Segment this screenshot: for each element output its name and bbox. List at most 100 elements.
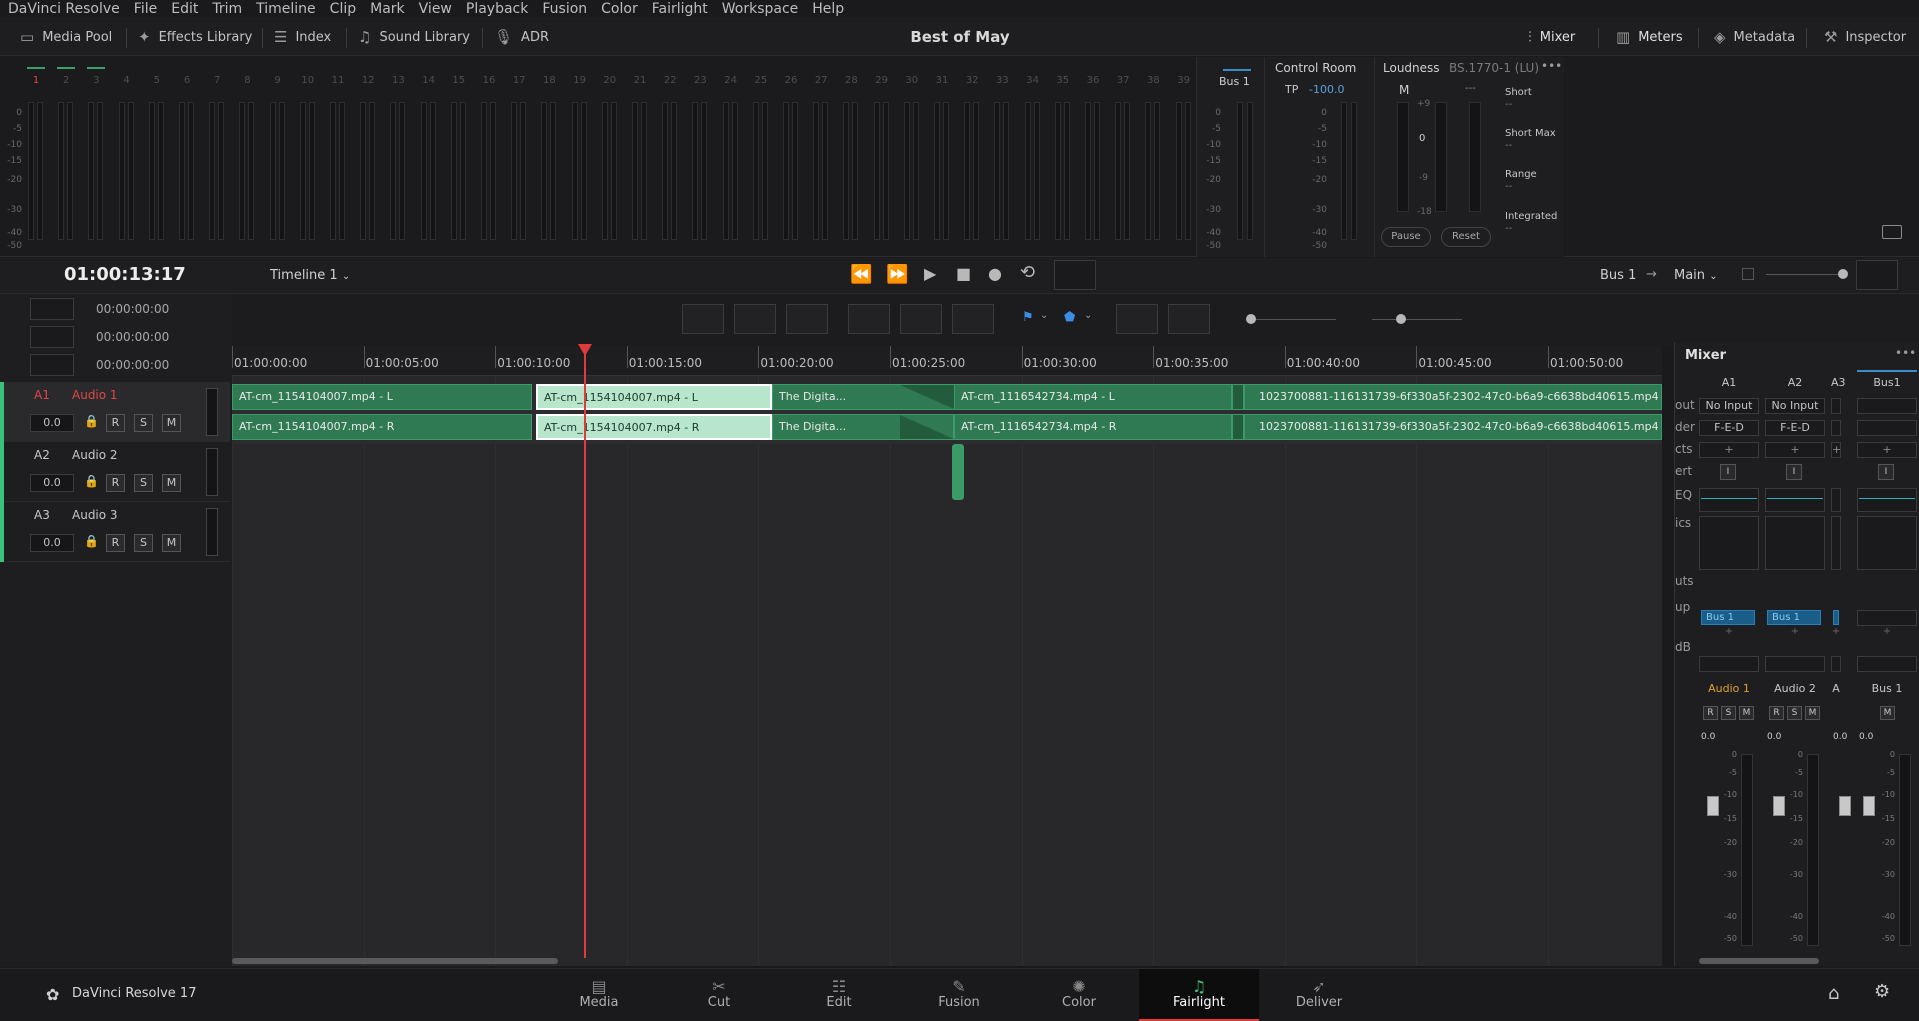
mute-button[interactable]: M — [162, 414, 181, 432]
track-name[interactable]: Audio 1 — [72, 388, 118, 402]
menu-workspace[interactable]: Workspace — [722, 1, 799, 17]
tool-link[interactable] — [900, 304, 942, 334]
audio-clip-selected[interactable]: AT-cm_1154104007.mp4 - R — [536, 414, 772, 440]
insert-button[interactable]: I — [1878, 464, 1894, 480]
fader-knob[interactable] — [1707, 796, 1719, 816]
menu-fusion[interactable]: Fusion — [542, 1, 587, 17]
record-icon[interactable]: ● — [988, 264, 1002, 283]
tool-razor[interactable] — [786, 304, 828, 334]
chevron-down-icon[interactable]: ⌄ — [1040, 310, 1048, 321]
play-icon[interactable]: ▶ — [924, 264, 936, 283]
dynamics-graph[interactable] — [1857, 516, 1917, 570]
audio-clip[interactable]: AT-cm_1116542734.mp4 - L — [954, 384, 1232, 410]
strip-order[interactable] — [1857, 420, 1917, 436]
flag-icon[interactable]: ⚑ — [1022, 310, 1034, 325]
menu-clip[interactable]: Clip — [330, 1, 356, 17]
volume-slider[interactable] — [1766, 274, 1846, 275]
fader-knob[interactable] — [1773, 796, 1785, 816]
more-icon[interactable]: ••• — [1541, 59, 1562, 73]
track-header-a3[interactable]: A3 Audio 3 0.0 🔒 R S M — [0, 502, 230, 562]
dynamics-graph[interactable] — [1699, 516, 1759, 570]
inspector-button[interactable]: ⚒ Inspector — [1824, 18, 1906, 56]
bus-selector[interactable]: Bus 1 — [1600, 268, 1636, 283]
mixer-scrollbar[interactable] — [1699, 958, 1819, 964]
mute-button[interactable]: M — [162, 534, 181, 552]
reset-button[interactable]: Reset — [1441, 227, 1491, 247]
track-volume[interactable]: 0.0 — [30, 534, 74, 552]
add-bus-button[interactable]: + — [1857, 626, 1917, 637]
strip-input[interactable]: No Input — [1765, 398, 1825, 414]
tool-lock[interactable] — [952, 304, 994, 334]
tool-range[interactable] — [734, 304, 776, 334]
fast-forward-icon[interactable]: ⏩ — [886, 264, 908, 285]
fader-knob[interactable] — [1839, 796, 1851, 816]
audio-clip[interactable]: AT-cm_1154104007.mp4 - L — [232, 384, 532, 410]
dynamics-graph[interactable] — [1831, 516, 1841, 570]
rewind-icon[interactable]: ⏪ — [850, 264, 872, 285]
solo-button[interactable]: S — [134, 534, 153, 552]
track-name[interactable]: Audio 3 — [72, 508, 118, 522]
track-name[interactable]: Audio 2 — [72, 448, 118, 462]
page-fairlight[interactable]: ♫ Fairlight — [1139, 969, 1259, 1021]
zoom-slider[interactable] — [1250, 319, 1336, 320]
lock-icon[interactable]: 🔒 — [84, 534, 99, 548]
fader-knob[interactable] — [1863, 796, 1875, 816]
group-field[interactable] — [1765, 656, 1825, 672]
audio-clip[interactable]: 1023700881-116131739-6f330a5f-2302-47c0-… — [1244, 384, 1662, 410]
page-deliver[interactable]: ➶ Deliver — [1259, 969, 1379, 1021]
index-button[interactable]: ☰ Index — [274, 18, 331, 56]
page-fusion[interactable]: ✎ Fusion — [899, 969, 1019, 1021]
menu-mark[interactable]: Mark — [370, 1, 405, 17]
tool-zoom-in[interactable] — [1116, 304, 1158, 334]
record-arm-button[interactable]: R — [1703, 706, 1718, 720]
height-slider[interactable] — [1372, 319, 1462, 320]
gear-icon[interactable]: ⚙ — [1874, 981, 1890, 1002]
add-bus-button[interactable]: + — [1831, 626, 1841, 637]
add-effect-button[interactable]: + — [1831, 442, 1841, 458]
dim-checkbox[interactable] — [1742, 268, 1754, 280]
strip-order[interactable]: F-E-D — [1765, 420, 1825, 436]
record-arm-button[interactable]: R — [106, 474, 125, 492]
menu-color[interactable]: Color — [601, 1, 638, 17]
mute-button[interactable]: M — [1805, 706, 1820, 720]
mute-button[interactable]: M — [162, 474, 181, 492]
bus-output[interactable]: B — [1833, 610, 1839, 625]
add-bus-button[interactable]: + — [1765, 626, 1825, 637]
track-header-a2[interactable]: A2 Audio 2 0.0 🔒 R S M — [0, 442, 230, 502]
solo-button[interactable]: S — [1721, 706, 1736, 720]
mute-button[interactable]: M — [1739, 706, 1754, 720]
audio-clip-selected[interactable]: AT-cm_1154104007.mp4 - L — [536, 384, 772, 410]
transition[interactable] — [1232, 414, 1244, 440]
menu-app[interactable]: DaVinci Resolve — [8, 1, 120, 17]
playhead-line[interactable] — [584, 352, 586, 958]
height-slider-knob[interactable] — [1396, 314, 1406, 324]
pip-icon[interactable] — [1882, 225, 1902, 239]
page-edit[interactable]: ☷ Edit — [779, 969, 899, 1021]
strip-order[interactable] — [1831, 420, 1841, 436]
audio-clip[interactable]: 1023700881-116131739-6f330a5f-2302-47c0-… — [1244, 414, 1662, 440]
bus-output[interactable] — [1857, 610, 1917, 626]
audio-clip[interactable]: AT-cm_1116542734.mp4 - R — [954, 414, 1232, 440]
strip-order[interactable]: F-E-D — [1699, 420, 1759, 436]
page-cut[interactable]: ✂ Cut — [659, 969, 779, 1021]
effects-library-button[interactable]: ✦ Effects Library — [138, 18, 252, 56]
bus-output[interactable]: Bus 1 — [1767, 610, 1821, 625]
menu-trim[interactable]: Trim — [212, 1, 242, 17]
menu-help[interactable]: Help — [812, 1, 844, 17]
lock-icon[interactable]: 🔒 — [84, 414, 99, 428]
small-clip[interactable] — [952, 444, 964, 500]
metadata-button[interactable]: ◈ Metadata — [1714, 18, 1795, 56]
insert-button[interactable]: I — [1786, 464, 1802, 480]
tool-snap[interactable] — [848, 304, 890, 334]
add-effect-button[interactable]: + — [1857, 442, 1917, 458]
bus-output[interactable]: Bus 1 — [1701, 610, 1755, 625]
add-effect-button[interactable]: + — [1765, 442, 1825, 458]
mute-button[interactable]: M — [1880, 706, 1895, 720]
menu-playback[interactable]: Playback — [466, 1, 528, 17]
track-volume[interactable]: 0.0 — [30, 414, 74, 432]
lock-icon[interactable]: 🔒 — [84, 474, 99, 488]
record-arm-button[interactable]: R — [1769, 706, 1784, 720]
group-field[interactable] — [1857, 656, 1917, 672]
eq-graph[interactable] — [1765, 488, 1825, 512]
loop-icon[interactable]: ⟲ — [1020, 262, 1035, 283]
